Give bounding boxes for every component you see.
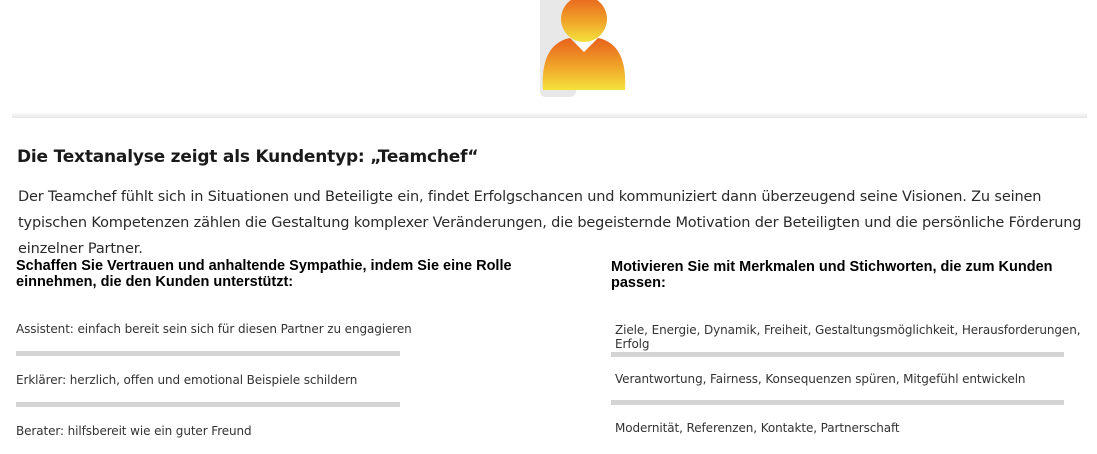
list-item: Erklärer: herzlich, offen und emotional … — [16, 373, 358, 387]
list-item: Modernität, Referenzen, Kontakte, Partne… — [615, 421, 900, 435]
roles-heading: Schaffen Sie Vertrauen und anhaltende Sy… — [16, 258, 512, 290]
type-description: Der Teamchef fühlt sich in Situationen u… — [18, 189, 1082, 257]
list-item: Berater: hilfsbereit wie ein guter Freun… — [16, 424, 252, 438]
list-item: Ziele, Energie, Dynamik, Freiheit, Gesta… — [615, 323, 1081, 351]
list-item: Assistent: einfach bereit sein sich für … — [16, 322, 412, 336]
item-separator — [611, 352, 1064, 357]
keywords-heading: Motivieren Sie mit Merkmalen und Stichwo… — [611, 259, 1053, 291]
item-separator — [16, 351, 400, 356]
item-separator — [611, 400, 1064, 405]
list-item: Verantwortung, Fairness, Konsequenzen sp… — [615, 372, 1026, 386]
section-divider — [12, 112, 1087, 118]
item-separator — [16, 402, 400, 407]
page-title: Die Textanalyse zeigt als Kundentyp: „Te… — [17, 147, 479, 167]
user-silhouette-icon — [542, 0, 626, 90]
